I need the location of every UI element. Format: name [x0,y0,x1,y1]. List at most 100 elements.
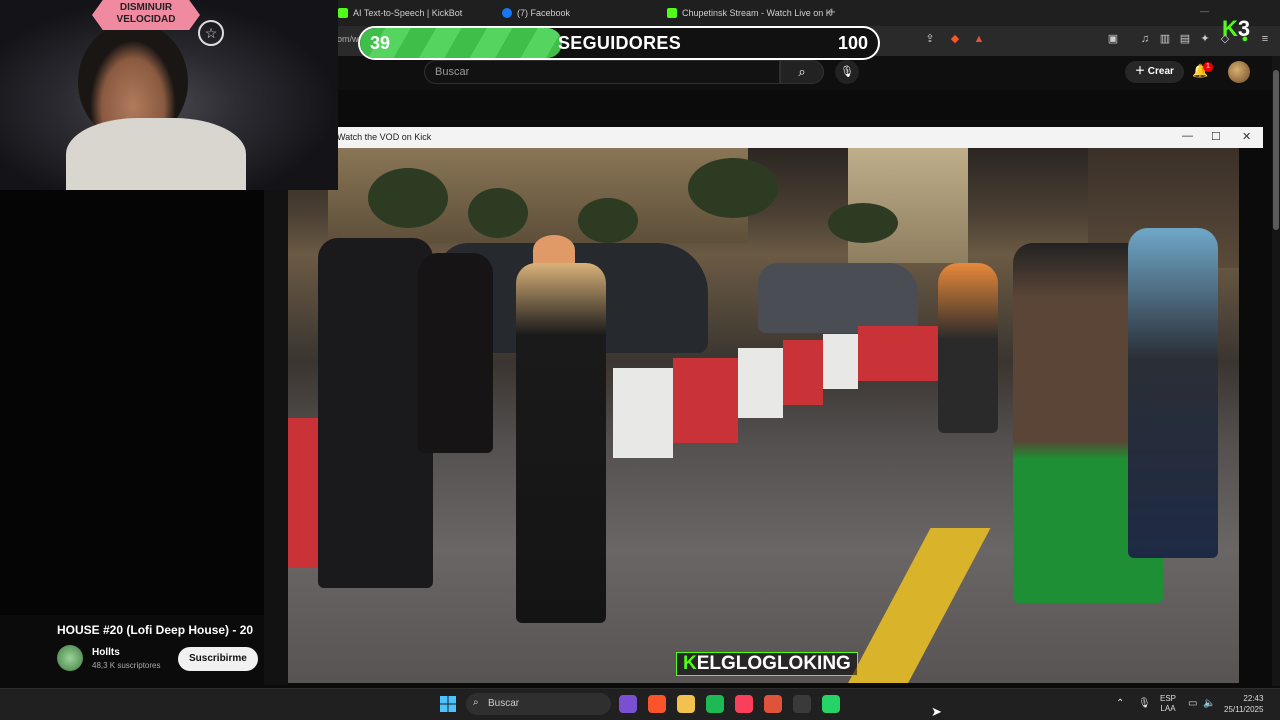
barrier-red [673,358,738,443]
brave-app-icon[interactable] [648,695,666,713]
microphone-icon: 🎙 [840,66,854,78]
popup-title: Watch the VOD on Kick [337,132,432,142]
tree [828,203,898,243]
search-button[interactable]: ⌕ [780,60,824,84]
scrollbar-thumb[interactable] [1273,70,1279,230]
tree [468,188,528,238]
tab-facebook[interactable]: (7) Facebook [502,3,570,23]
search-icon: ⌕ [798,64,806,79]
address-bar-text[interactable]: om/w [337,34,359,44]
person-dark-hair [418,253,493,453]
wallet-icon[interactable]: ▤ [1178,32,1192,46]
video-caption: KELGLOGLOKING [676,652,858,676]
barrier-white [613,368,673,458]
create-button[interactable]: ＋ Crear [1125,61,1184,83]
search-input[interactable]: Buscar [424,60,780,84]
subscriber-count: 48,3 K suscriptores [92,661,161,670]
barrier-white [738,348,783,418]
tab-label: Chupetinsk Stream - Watch Live on K [682,8,832,18]
barrier-red [858,326,938,381]
language-indicator[interactable]: ESP LAA [1160,694,1176,714]
itunes-app-icon[interactable] [735,695,753,713]
rewards-icon[interactable]: ▲ [972,32,986,46]
search-icon: ⌕ [473,697,479,708]
microphone-icon[interactable]: 🎙 [1138,698,1151,709]
tree [368,168,448,228]
mouse-cursor-icon: ➤ [931,704,942,719]
barrier-white [823,334,858,389]
taskbar-search-input[interactable]: Buscar [466,693,611,715]
streamer-shirt [66,118,246,190]
files-app-icon[interactable] [677,695,695,713]
person-black-hoodie [318,238,433,588]
facebook-favicon-icon [502,8,512,18]
menu-icon[interactable]: ≡ [1258,32,1272,46]
brave-shield-icon[interactable]: ◆ [948,32,962,46]
channel-avatar[interactable] [57,645,83,671]
popup-close-button[interactable]: ✕ [1242,130,1251,143]
tab-kickbot[interactable]: AI Text-to-Speech | KickBot [338,3,462,23]
kick-favicon-icon [667,8,677,18]
tree [688,158,778,218]
lang-bottom: LAA [1160,704,1176,713]
tab-label: AI Text-to-Speech | KickBot [353,8,463,18]
user-avatar[interactable] [1228,61,1250,83]
volume-icon[interactable]: 🔈 [1203,698,1215,709]
yellow-curb [845,528,991,683]
windows-taskbar [0,688,1280,720]
tab-kick-stream[interactable]: Chupetinsk Stream - Watch Live on K [667,3,832,23]
car-silver [758,263,918,333]
barrier-red [783,340,823,405]
video-title[interactable]: HOUSE #20 (Lofi Deep House) - 20 [57,623,264,637]
brave-beta-app-icon[interactable] [764,695,782,713]
new-tab-button[interactable]: + [828,4,836,19]
popup-maximize-button[interactable]: ☐ [1211,130,1221,143]
popup-titlebar[interactable] [337,127,1263,148]
network-icon[interactable]: ▭ [1188,698,1197,709]
subscribe-button[interactable]: Suscribirme [178,647,258,671]
person-orange-vest [938,263,998,433]
side-strip [264,190,288,685]
tree [578,198,638,243]
spotify-app-icon[interactable] [706,695,724,713]
plus-icon: ＋ [1135,66,1148,77]
person-backpack [1128,228,1218,558]
notification-count-badge: 1 [1203,62,1213,72]
window-minimize-icon[interactable]: — [1200,6,1209,16]
share-icon[interactable]: ⇪ [923,32,937,46]
popup-minimize-button[interactable]: — [1182,130,1193,142]
create-label: Crear [1147,66,1174,77]
followers-current: 39 [370,33,391,53]
music-icon[interactable]: ♫ [1138,32,1152,46]
clock-time: 22:43 [1243,694,1264,703]
person-blonde [516,263,606,623]
system-clock[interactable]: 22:43 25/11/2025 [1224,693,1263,715]
road-sign: DISMINUIR VELOCIDAD [92,0,200,30]
clock-date: 25/11/2025 [1224,705,1264,714]
affinity-app-icon[interactable] [619,695,637,713]
kick-count-badge: K3 [1222,16,1250,42]
video-player[interactable] [288,148,1239,683]
whatsapp-app-icon[interactable] [822,695,840,713]
chevron-up-icon[interactable]: ⌃ [1116,698,1124,709]
webcam-overlay: DISMINUIR VELOCIDAD ☆ [0,0,338,190]
sidebar-icon[interactable]: ▥ [1158,32,1172,46]
pentagram-icon: ☆ [198,20,224,46]
kickbot-favicon-icon [338,8,348,18]
voice-search-button[interactable]: 🎙 [835,60,859,84]
tab-label: (7) Facebook [517,8,571,18]
caption-text: ELGLOGLOKING [696,653,851,674]
kick-count: 3 [1237,16,1251,41]
kick-logo-icon: K [683,653,697,674]
channel-name[interactable]: Hollts [92,647,120,658]
kick-logo-icon: K [1222,16,1238,41]
followers-label: SEGUIDORES [558,33,682,53]
extensions-icon[interactable]: ✦ [1198,32,1212,46]
followers-goal-bar: 39 SEGUIDORES 100 [358,26,880,60]
followers-goal-value: 100 [838,33,869,53]
obs-app-icon[interactable] [793,695,811,713]
media-icon[interactable]: ▣ [1106,32,1120,46]
windows-start-icon[interactable] [440,696,456,712]
left-panel [0,190,264,615]
person-orange-cap [533,235,575,265]
